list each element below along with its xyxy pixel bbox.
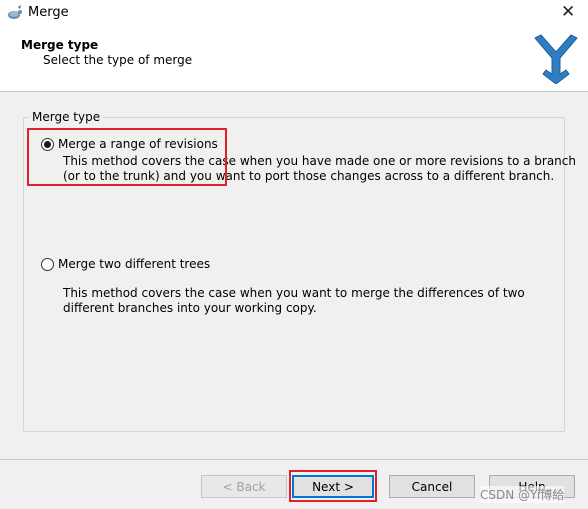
- merge-trees-description: This method covers the case when you wan…: [63, 286, 525, 316]
- window-title: Merge: [28, 5, 69, 20]
- radio-merge-trees-label: Merge two different trees: [58, 257, 211, 271]
- description-line: This method covers the case when you wan…: [63, 286, 525, 300]
- title-bar: Merge ✕: [0, 0, 588, 27]
- merge-arrows-icon: [534, 34, 578, 84]
- back-button[interactable]: < Back: [201, 475, 287, 498]
- footer-separator: [0, 459, 588, 460]
- page-subtitle: Select the type of merge: [43, 53, 193, 67]
- group-label: Merge type: [29, 110, 104, 124]
- radio-merge-trees[interactable]: Merge two different trees: [41, 257, 210, 271]
- highlight-box-option: [27, 128, 227, 186]
- close-icon[interactable]: ✕: [561, 2, 575, 22]
- highlight-box-next: [289, 470, 377, 502]
- wizard-header: Merge type Select the type of merge: [0, 27, 588, 92]
- cancel-button[interactable]: Cancel: [389, 475, 475, 498]
- tortoise-app-icon: [8, 5, 22, 19]
- watermark: CSDN @Yi博給: [480, 486, 565, 503]
- page-title: Merge type: [21, 38, 99, 52]
- description-line: different branches into your working cop…: [63, 301, 317, 315]
- radio-unselected-icon[interactable]: [41, 257, 54, 271]
